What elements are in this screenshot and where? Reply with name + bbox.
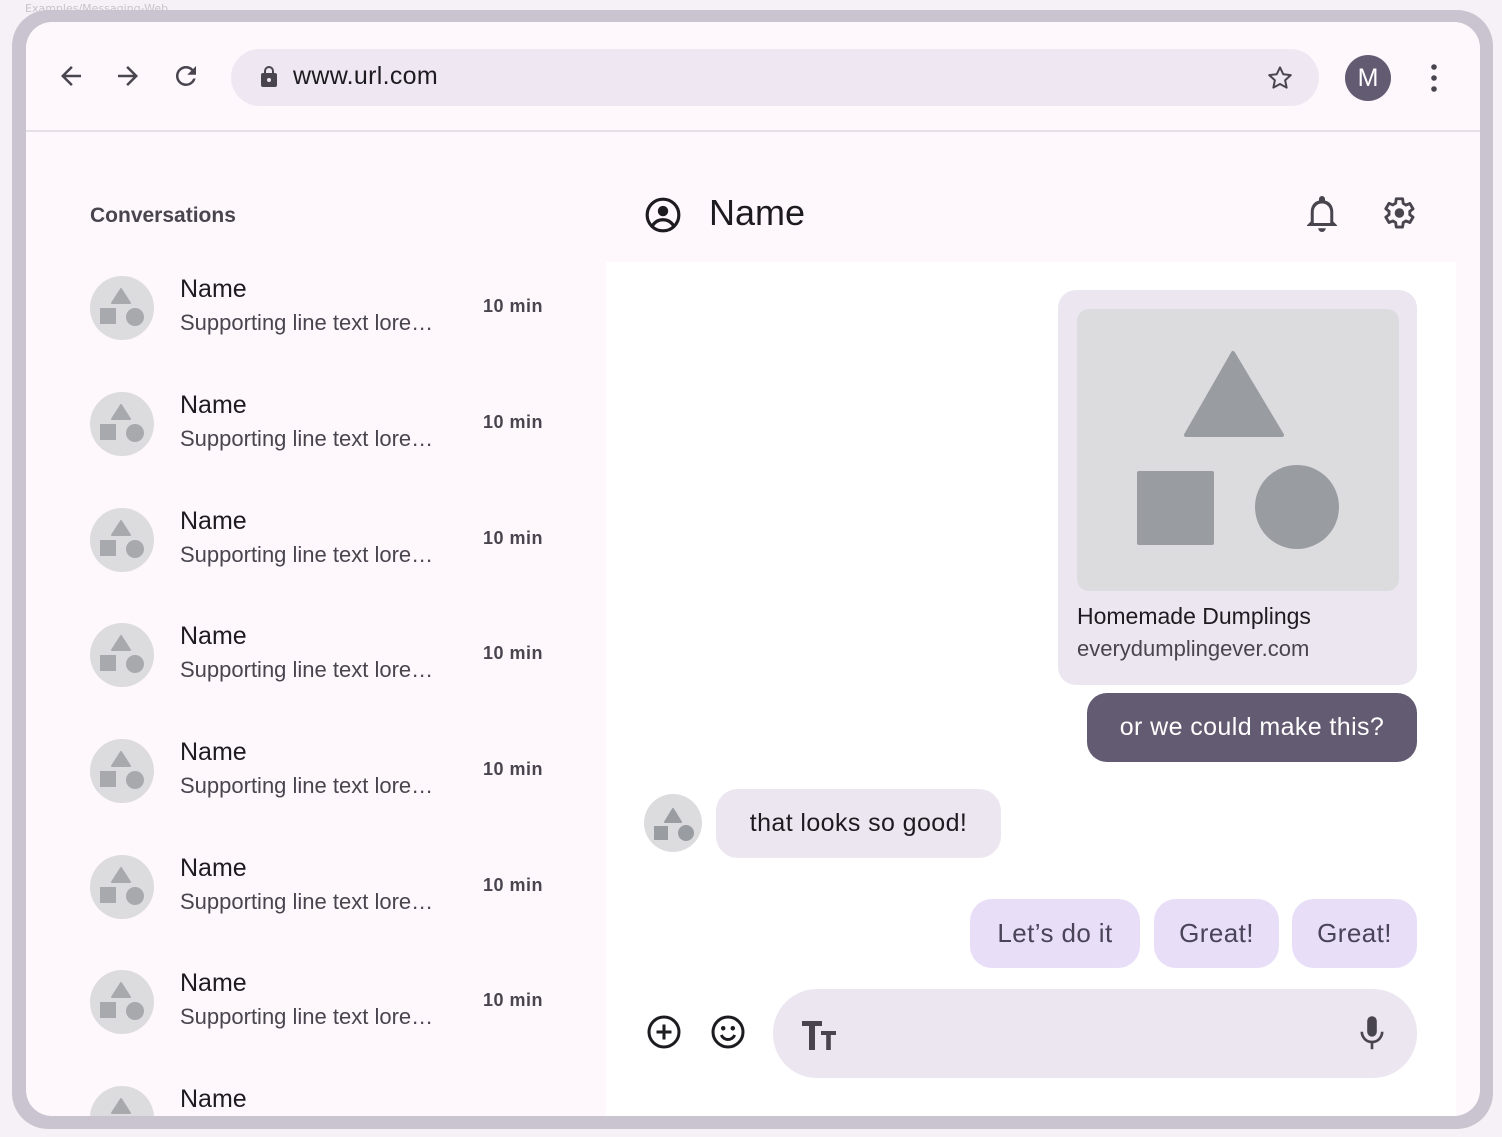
placeholder-shapes-icon xyxy=(100,520,144,558)
conversation-name: Name xyxy=(180,622,247,650)
avatar xyxy=(90,855,154,919)
placeholder-shapes-icon xyxy=(100,635,144,673)
chat-thread: Homemade Dumplings everydumplingever.com… xyxy=(606,262,1456,1116)
conversation-time: 10 min xyxy=(483,990,544,1010)
placeholder-shapes-icon xyxy=(100,867,144,905)
link-preview-card[interactable]: Homemade Dumplings everydumplingever.com xyxy=(1058,290,1417,685)
link-preview-image xyxy=(1077,309,1399,591)
placeholder-shapes-icon xyxy=(100,404,144,442)
placeholder-shapes-icon xyxy=(100,288,144,326)
conversation-supporting-text: Supporting line text lore… xyxy=(180,1004,434,1029)
conversations-sidebar: Conversations Name Supporting line text l… xyxy=(26,134,606,1116)
conversation-time: 10 min xyxy=(483,759,544,779)
add-circle-icon[interactable] xyxy=(646,1014,682,1050)
conversation-item[interactable]: Name Supporting line text lore… 10 min xyxy=(90,854,560,945)
conversation-item[interactable]: Name Supporting line text lore… 10 min xyxy=(90,738,560,829)
conversation-time: 10 min xyxy=(483,643,544,663)
avatar xyxy=(90,276,154,340)
browser-toolbar: www.url.com M xyxy=(26,22,1480,132)
star-icon[interactable] xyxy=(1265,63,1295,93)
conversation-item[interactable]: Name xyxy=(90,1085,560,1116)
back-button[interactable] xyxy=(53,58,89,94)
avatar xyxy=(90,508,154,572)
reload-icon xyxy=(175,65,196,86)
profile-avatar[interactable]: M xyxy=(1345,55,1391,101)
avatar xyxy=(90,623,154,687)
placeholder-shapes-icon xyxy=(100,751,144,789)
conversation-time: 10 min xyxy=(483,296,544,316)
incoming-message: that looks so good! xyxy=(716,789,1001,858)
conversation-supporting-text: Supporting line text lore… xyxy=(180,657,434,682)
sidebar-title: Conversations xyxy=(90,204,236,227)
conversation-supporting-text: Supporting line text lore… xyxy=(180,542,434,567)
forward-button[interactable] xyxy=(110,58,146,94)
avatar xyxy=(90,392,154,456)
conversation-item[interactable]: Name Supporting line text lore… 10 min xyxy=(90,391,560,482)
conversation-name: Name xyxy=(180,738,247,766)
conversation-name: Name xyxy=(180,854,247,882)
placeholder-shapes-icon xyxy=(654,808,694,841)
conversation-supporting-text: Supporting line text lore… xyxy=(180,889,434,914)
conversation-supporting-text: Supporting line text lore… xyxy=(180,426,434,451)
avatar xyxy=(644,794,702,852)
outgoing-message: or we could make this? xyxy=(1087,693,1417,762)
conversation-time: 10 min xyxy=(483,528,544,548)
conversation-item[interactable]: Name Supporting line text lore… 10 min xyxy=(90,507,560,598)
address-bar[interactable]: www.url.com xyxy=(231,49,1319,106)
conversation-name: Name xyxy=(180,275,247,303)
message-input[interactable] xyxy=(773,989,1417,1078)
conversation-item[interactable]: Name Supporting line text lore… 10 min xyxy=(90,622,560,713)
account-circle-icon xyxy=(645,197,681,233)
browser-window: www.url.com M Conversations Name Supporti… xyxy=(26,22,1480,1116)
suggestion-chip[interactable]: Let’s do it xyxy=(970,899,1140,968)
chat-header: Name xyxy=(606,134,1456,262)
avatar xyxy=(90,970,154,1034)
link-preview-title: Homemade Dumplings xyxy=(1077,603,1311,629)
emoji-icon[interactable] xyxy=(710,1014,746,1050)
conversation-name: Name xyxy=(180,391,247,419)
placeholder-shapes-icon xyxy=(111,1098,131,1114)
link-preview-url: everydumplingever.com xyxy=(1077,636,1310,661)
placeholder-shapes-icon xyxy=(1137,351,1339,549)
bell-icon[interactable] xyxy=(1304,194,1340,234)
lock-icon xyxy=(261,66,277,87)
more-vert-icon[interactable] xyxy=(1422,60,1446,96)
suggestion-chip[interactable]: Great! xyxy=(1154,899,1279,968)
conversation-time: 10 min xyxy=(483,875,544,895)
text-format-icon[interactable] xyxy=(799,1011,839,1055)
placeholder-shapes-icon xyxy=(100,982,144,1020)
conversation-supporting-text: Supporting line text lore… xyxy=(180,310,434,335)
conversation-item[interactable]: Name Supporting line text lore… 10 min xyxy=(90,275,560,366)
avatar xyxy=(90,739,154,803)
arrow-forward-icon xyxy=(118,66,138,86)
conversation-supporting-text: Supporting line text lore… xyxy=(180,773,434,798)
gear-icon[interactable] xyxy=(1379,194,1417,232)
conversation-name: Name xyxy=(180,507,247,535)
conversation-item[interactable]: Name Supporting line text lore… 10 min xyxy=(90,969,560,1060)
chat-title: Name xyxy=(709,192,806,233)
avatar xyxy=(90,1086,154,1116)
reload-button[interactable] xyxy=(168,58,204,94)
suggestion-chip[interactable]: Great! xyxy=(1292,899,1417,968)
conversation-name: Name xyxy=(180,969,247,997)
url-text: www.url.com xyxy=(293,62,438,90)
mic-icon[interactable] xyxy=(1357,1015,1387,1051)
arrow-back-icon xyxy=(61,66,81,86)
conversation-time: 10 min xyxy=(483,412,544,432)
conversation-name: Name xyxy=(180,1085,247,1113)
